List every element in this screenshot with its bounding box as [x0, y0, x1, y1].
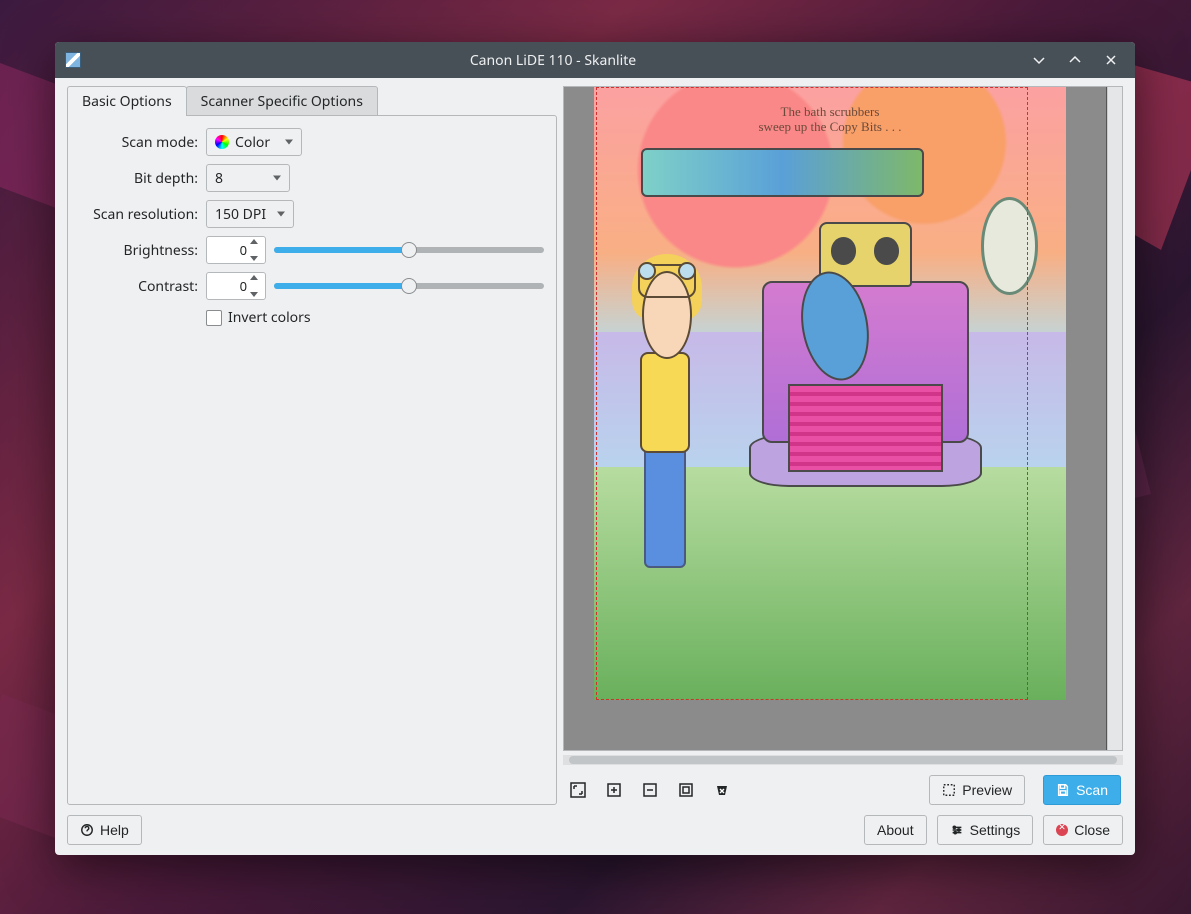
label-scan-mode: Scan mode:: [80, 133, 198, 152]
preview-area[interactable]: The bath scrubbers sweep up the Copy Bit…: [563, 86, 1123, 751]
zoom-out-icon[interactable]: [641, 781, 659, 799]
zoom-selection-icon[interactable]: [677, 781, 695, 799]
close-icon: [1056, 824, 1068, 836]
zoom-fit-icon[interactable]: [569, 781, 587, 799]
zoom-in-icon[interactable]: [605, 781, 623, 799]
contrast-value: 0: [240, 277, 247, 295]
settings-icon: [950, 823, 964, 837]
bit-depth-select[interactable]: 8: [206, 164, 290, 192]
scanned-page: The bath scrubbers sweep up the Copy Bit…: [594, 87, 1066, 700]
preview-panel: The bath scrubbers sweep up the Copy Bit…: [563, 86, 1123, 805]
app-icon: [65, 52, 81, 68]
tab-scanner-specific-options[interactable]: Scanner Specific Options: [186, 86, 378, 116]
scan-bed: The bath scrubbers sweep up the Copy Bit…: [564, 87, 1106, 750]
contrast-spinbox[interactable]: 0: [206, 272, 266, 300]
label-invert-colors: Invert colors: [228, 308, 311, 327]
help-icon: [80, 823, 94, 837]
scan-resolution-select[interactable]: 150 DPI: [206, 200, 294, 228]
preview-button-label: Preview: [962, 782, 1012, 798]
clear-selection-icon[interactable]: [713, 781, 731, 799]
brightness-value: 0: [240, 241, 247, 259]
contrast-slider[interactable]: [274, 272, 544, 300]
about-button[interactable]: About: [864, 815, 927, 845]
label-brightness: Brightness:: [80, 241, 198, 260]
scan-button[interactable]: Scan: [1043, 775, 1121, 805]
titlebar[interactable]: Canon LiDE 110 - Skanlite: [55, 42, 1135, 78]
tab-basic-options[interactable]: Basic Options: [67, 86, 187, 116]
scan-mode-value: Color: [235, 133, 270, 152]
close-button-label: Close: [1074, 822, 1110, 838]
application-window: Canon LiDE 110 - Skanlite Basic Options …: [55, 42, 1135, 855]
brightness-slider[interactable]: [274, 236, 544, 264]
about-button-label: About: [877, 822, 914, 838]
preview-button[interactable]: Preview: [929, 775, 1025, 805]
label-bit-depth: Bit depth:: [80, 169, 198, 188]
invert-colors-checkbox[interactable]: [206, 310, 222, 326]
scanned-image: The bath scrubbers sweep up the Copy Bit…: [594, 87, 1066, 700]
slider-thumb[interactable]: [401, 242, 417, 258]
bit-depth-value: 8: [215, 169, 223, 188]
label-contrast: Contrast:: [80, 277, 198, 296]
save-icon: [1056, 783, 1070, 797]
scan-mode-select[interactable]: Color: [206, 128, 302, 156]
vertical-scrollbar[interactable]: [1107, 87, 1122, 750]
settings-button[interactable]: Settings: [937, 815, 1034, 845]
spin-arrows-icon: [250, 239, 262, 261]
options-panel: Basic Options Scanner Specific Options S…: [67, 86, 557, 805]
close-window-button[interactable]: [1097, 46, 1125, 74]
footer: Help About Settings Close: [67, 805, 1123, 845]
horizontal-scrollbar[interactable]: [563, 755, 1123, 765]
preview-toolbar: Preview Scan: [563, 771, 1123, 805]
brightness-spinbox[interactable]: 0: [206, 236, 266, 264]
scan-button-label: Scan: [1076, 782, 1108, 798]
tabpage-basic: Scan mode: Color Bit depth: 8 Scan: [67, 115, 557, 805]
spin-arrows-icon: [250, 275, 262, 297]
page-caption: The bath scrubbers sweep up the Copy Bit…: [594, 105, 1066, 135]
minimize-button[interactable]: [1025, 46, 1053, 74]
scan-resolution-value: 150 DPI: [215, 205, 266, 224]
window-title: Canon LiDE 110 - Skanlite: [89, 51, 1017, 70]
settings-button-label: Settings: [970, 822, 1021, 838]
close-button[interactable]: Close: [1043, 815, 1123, 845]
preview-icon: [942, 783, 956, 797]
label-scan-resolution: Scan resolution:: [80, 205, 198, 224]
maximize-button[interactable]: [1061, 46, 1089, 74]
tabs: Basic Options Scanner Specific Options: [67, 86, 557, 116]
slider-thumb[interactable]: [401, 278, 417, 294]
color-swatch-icon: [215, 135, 229, 149]
help-button[interactable]: Help: [67, 815, 142, 845]
help-button-label: Help: [100, 822, 129, 838]
